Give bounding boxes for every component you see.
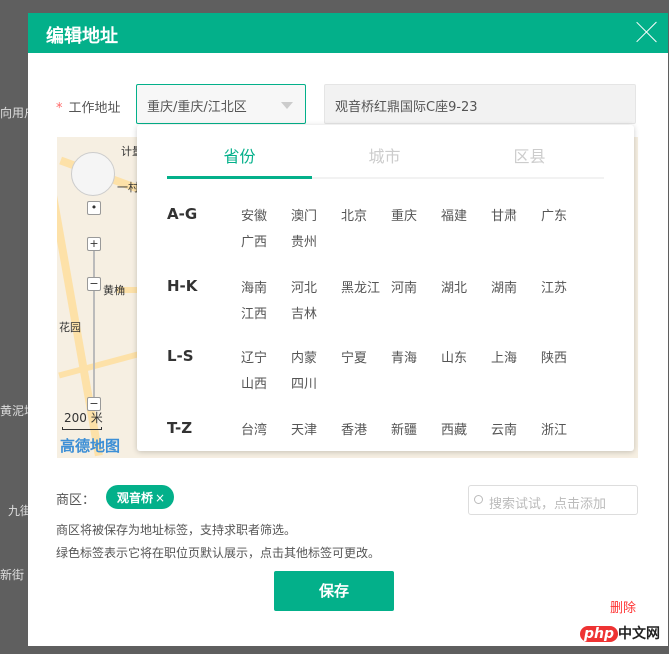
business-area-search[interactable]: 搜索试试，点击添加 xyxy=(468,485,638,515)
modal-title: 编辑地址 xyxy=(46,26,118,47)
search-icon xyxy=(474,495,483,504)
watermark-brand: php xyxy=(580,626,619,642)
watermark-logo: php 中文网 xyxy=(580,623,660,643)
province-option[interactable]: 福建 xyxy=(441,205,491,231)
watermark-text: 中文网 xyxy=(618,626,661,642)
search-placeholder: 搜索试试，点击添加 xyxy=(489,497,607,512)
map-pan-control[interactable] xyxy=(71,152,115,196)
address-input[interactable]: 观音桥红鼎国际C座9-23 xyxy=(324,84,636,124)
bg-text: 新街 xyxy=(0,568,25,582)
save-button[interactable]: 保存 xyxy=(274,571,394,611)
province-option[interactable]: 浙江 xyxy=(541,419,591,445)
province-option[interactable]: 湖北 xyxy=(441,277,491,303)
tab-city[interactable]: 城市 xyxy=(312,143,457,177)
province-option[interactable]: 广东 xyxy=(541,205,591,231)
note-text: 绿色标签表示它将在职位页默认展示，点击其他标签可更改。 xyxy=(56,546,381,560)
province-option[interactable]: 甘肃 xyxy=(491,205,541,231)
group-name: H-K xyxy=(167,277,198,295)
work-address-label: * 工作地址 xyxy=(56,97,121,116)
map-locate-button[interactable]: • xyxy=(87,201,101,215)
province-option[interactable]: 黑龙江 xyxy=(341,277,391,303)
province-option[interactable]: 河南 xyxy=(391,277,441,303)
province-option[interactable]: 西藏 xyxy=(441,419,491,445)
map-zoom-slider[interactable] xyxy=(93,237,95,397)
group-name: L-S xyxy=(167,347,194,365)
map-label: 花园 xyxy=(59,321,81,334)
edit-address-modal: 编辑地址 * 工作地址 重庆/重庆/江北区 观音桥红鼎国际C座9-23 计量 一村… xyxy=(28,13,668,646)
region-value: 重庆/重庆/江北区 xyxy=(147,100,247,115)
province-option[interactable]: 四川 xyxy=(291,373,341,399)
province-option[interactable]: 江苏 xyxy=(541,277,591,303)
address-value: 观音桥红鼎国际C座9-23 xyxy=(335,100,478,115)
province-option[interactable]: 山西 xyxy=(241,373,291,399)
province-option[interactable]: 青海 xyxy=(391,347,441,373)
map-label: 黄桷 xyxy=(103,284,125,297)
region-tabs: 省份 城市 区县 xyxy=(167,143,604,179)
tab-province[interactable]: 省份 xyxy=(167,143,312,179)
tag-label: 观音桥 xyxy=(117,491,154,505)
province-option[interactable]: 贵州 xyxy=(291,231,341,257)
province-option[interactable]: 山东 xyxy=(441,347,491,373)
note-text: 商区将被保存为地址标签，支持求职者筛选。 xyxy=(56,523,297,537)
province-option[interactable]: 海南 xyxy=(241,277,291,303)
region-select[interactable]: 重庆/重庆/江北区 xyxy=(136,84,306,124)
tab-district[interactable]: 区县 xyxy=(457,143,602,177)
map-scale: 200 米 xyxy=(64,411,103,425)
province-list: 辽宁 内蒙 宁夏 青海 山东 上海 陕西山西 四川 xyxy=(241,347,601,399)
province-option[interactable]: 香港 xyxy=(341,419,391,445)
province-option[interactable]: 内蒙 xyxy=(291,347,341,373)
group-name: T-Z xyxy=(167,419,193,437)
province-option[interactable]: 河北 xyxy=(291,277,341,303)
province-option[interactable]: 江西 xyxy=(241,303,291,329)
province-list: 海南 河北 黑龙江 河南 湖北 湖南 江苏江西 吉林 xyxy=(241,277,601,329)
province-option[interactable]: 辽宁 xyxy=(241,347,291,373)
chevron-down-icon xyxy=(281,102,293,109)
label-text: 工作地址 xyxy=(68,101,121,116)
region-dropdown: 省份 城市 区县 A-G 安徽 澳门 北京 重庆 福建 甘肃 广东广西 贵州 H-K 海南 河北 黑龙江… xyxy=(137,125,634,451)
business-area-tag[interactable]: 观音桥 × xyxy=(106,485,174,509)
province-option[interactable]: 澳门 xyxy=(291,205,341,231)
province-list: 安徽 澳门 北京 重庆 福建 甘肃 广东广西 贵州 xyxy=(241,205,601,257)
province-option[interactable]: 广西 xyxy=(241,231,291,257)
province-option[interactable]: 湖南 xyxy=(491,277,541,303)
province-option[interactable]: 天津 xyxy=(291,419,341,445)
province-option[interactable]: 陕西 xyxy=(541,347,591,373)
province-option[interactable]: 吉林 xyxy=(291,303,341,329)
province-option[interactable]: 重庆 xyxy=(391,205,441,231)
modal-header: 编辑地址 xyxy=(28,13,668,53)
zoom-handle[interactable]: − xyxy=(87,277,101,291)
province-list: 台湾 天津 香港 新疆 西藏 云南 浙江 xyxy=(241,419,601,445)
province-option[interactable]: 上海 xyxy=(491,347,541,373)
province-option[interactable]: 北京 xyxy=(341,205,391,231)
delete-link[interactable]: 删除 xyxy=(610,597,636,616)
map-label: 一村 xyxy=(117,181,139,194)
province-option[interactable]: 新疆 xyxy=(391,419,441,445)
province-option[interactable]: 台湾 xyxy=(241,419,291,445)
map-scale-bar xyxy=(62,427,102,430)
close-icon[interactable] xyxy=(636,21,658,43)
province-option[interactable]: 宁夏 xyxy=(341,347,391,373)
required-mark: * xyxy=(56,101,63,116)
business-area-label: 商区： xyxy=(56,493,96,508)
group-name: A-G xyxy=(167,205,198,223)
province-option[interactable]: 安徽 xyxy=(241,205,291,231)
map-logo: 高德地图 xyxy=(60,437,121,455)
zoom-in-button[interactable]: + xyxy=(87,237,101,251)
remove-tag-icon[interactable]: × xyxy=(155,491,165,505)
province-option[interactable]: 云南 xyxy=(491,419,541,445)
